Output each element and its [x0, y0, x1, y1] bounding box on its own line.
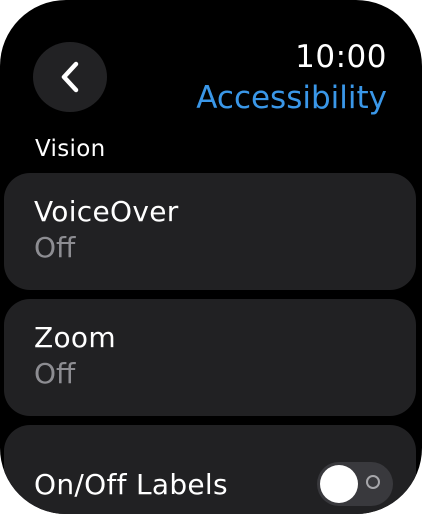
zoom-row[interactable]: Zoom Off [4, 299, 416, 416]
voiceover-label: VoiceOver [34, 195, 179, 228]
on-off-labels-row: On/Off Labels [4, 425, 416, 514]
section-header-vision: Vision [35, 136, 106, 162]
zoom-label: Zoom [34, 321, 116, 354]
toggle-knob [320, 465, 358, 503]
status-time: 10:00 [295, 39, 387, 75]
toggle-off-circle-icon [366, 475, 380, 489]
on-off-labels-label: On/Off Labels [34, 468, 228, 501]
zoom-value: Off [34, 357, 76, 390]
voiceover-value: Off [34, 231, 76, 264]
chevron-left-icon [61, 61, 79, 93]
watch-screen: 10:00 Accessibility Vision VoiceOver Off… [0, 0, 422, 514]
back-button[interactable] [33, 42, 107, 112]
voiceover-row[interactable]: VoiceOver Off [4, 173, 416, 290]
page-title: Accessibility [196, 80, 387, 116]
on-off-labels-toggle[interactable] [317, 462, 393, 506]
